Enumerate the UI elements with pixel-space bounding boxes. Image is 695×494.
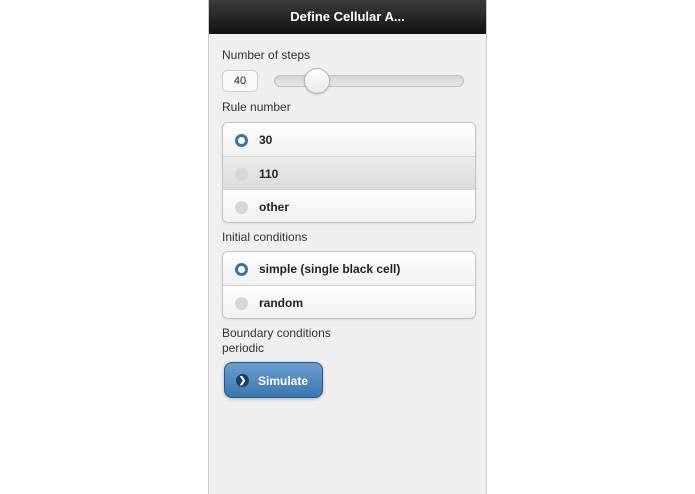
initial-option-simple[interactable]: simple (single black cell) — [223, 252, 475, 285]
steps-slider-track[interactable] — [274, 75, 464, 87]
initial-label: Initial conditions — [222, 230, 308, 244]
simulate-button[interactable]: ❯ Simulate — [224, 362, 323, 398]
option-label: 30 — [259, 133, 273, 147]
option-label: simple (single black cell) — [259, 262, 401, 276]
radio-unselected-icon — [235, 297, 248, 310]
radio-unselected-icon — [235, 201, 248, 214]
boundary-label: Boundary conditions — [222, 326, 331, 340]
option-label: random — [259, 296, 304, 310]
steps-input[interactable]: 40 — [222, 70, 258, 92]
radio-selected-icon — [235, 134, 248, 147]
initial-option-random[interactable]: random — [223, 285, 475, 318]
rule-option-30[interactable]: 30 — [223, 123, 475, 156]
radio-selected-icon — [235, 263, 248, 276]
rule-option-other[interactable]: other — [223, 189, 475, 222]
simulate-label: Simulate — [258, 374, 309, 388]
steps-label: Number of steps — [222, 48, 311, 62]
rule-radio-group: 30 110 other — [222, 122, 476, 223]
chevron-right-icon: ❯ — [236, 374, 249, 387]
option-label: 110 — [259, 167, 279, 181]
app-screen: Define Cellular A... Number of steps 40 … — [208, 0, 487, 494]
steps-slider-handle[interactable] — [303, 68, 330, 94]
boundary-value: periodic — [222, 341, 265, 355]
option-label: other — [259, 200, 289, 214]
radio-unselected-icon — [235, 168, 248, 181]
page-title: Define Cellular A... — [209, 0, 486, 34]
initial-radio-group: simple (single black cell) random — [222, 251, 476, 319]
rule-option-110[interactable]: 110 — [223, 156, 475, 189]
rule-label: Rule number — [222, 100, 291, 114]
